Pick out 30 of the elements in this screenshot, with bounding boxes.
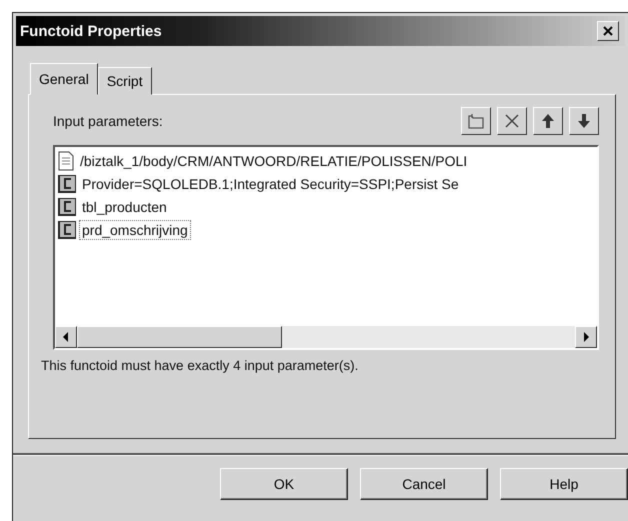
parameter-count-message: This functoid must have exactly 4 input parameter(s).	[41, 358, 360, 373]
dialog-button[interactable]: Cancel	[360, 468, 488, 500]
dialog-button[interactable]: OK	[220, 468, 348, 500]
move-up-button[interactable]	[533, 107, 563, 135]
left-arrow-icon	[63, 332, 69, 342]
tab[interactable]: Script	[98, 67, 152, 95]
input-parameters-label: Input parameters:	[53, 113, 163, 129]
scroll-right-button[interactable]	[575, 326, 597, 348]
constant-icon	[57, 220, 77, 240]
right-arrow-icon	[583, 332, 589, 342]
constant-icon	[57, 174, 77, 194]
up-arrow-icon	[541, 113, 555, 129]
delete-button[interactable]	[497, 107, 527, 135]
tab[interactable]: General	[30, 63, 98, 95]
constant-icon	[57, 197, 77, 217]
close-button[interactable]	[597, 21, 619, 41]
list-item[interactable]: tbl_producten	[79, 197, 170, 217]
list-item[interactable]: /biztalk_1/body/CRM/ANTWOORD/RELATIE/POLISSEN/POLI	[77, 151, 470, 171]
move-down-button[interactable]	[569, 107, 599, 135]
new-button[interactable]	[461, 107, 491, 135]
document-icon	[57, 151, 75, 171]
close-icon	[603, 26, 613, 36]
scrollbar-thumb[interactable]	[77, 326, 282, 348]
dialog-button[interactable]: Help	[500, 468, 628, 500]
list-item[interactable]: prd_omschrijving	[79, 220, 191, 240]
window-title: Functoid Properties	[20, 22, 162, 40]
list-item[interactable]: Provider=SQLOLEDB.1;Integrated Security=SSPI;Persist Se	[79, 174, 462, 194]
delete-icon	[504, 113, 520, 129]
down-arrow-icon	[577, 113, 591, 129]
scroll-left-button[interactable]	[55, 326, 77, 348]
